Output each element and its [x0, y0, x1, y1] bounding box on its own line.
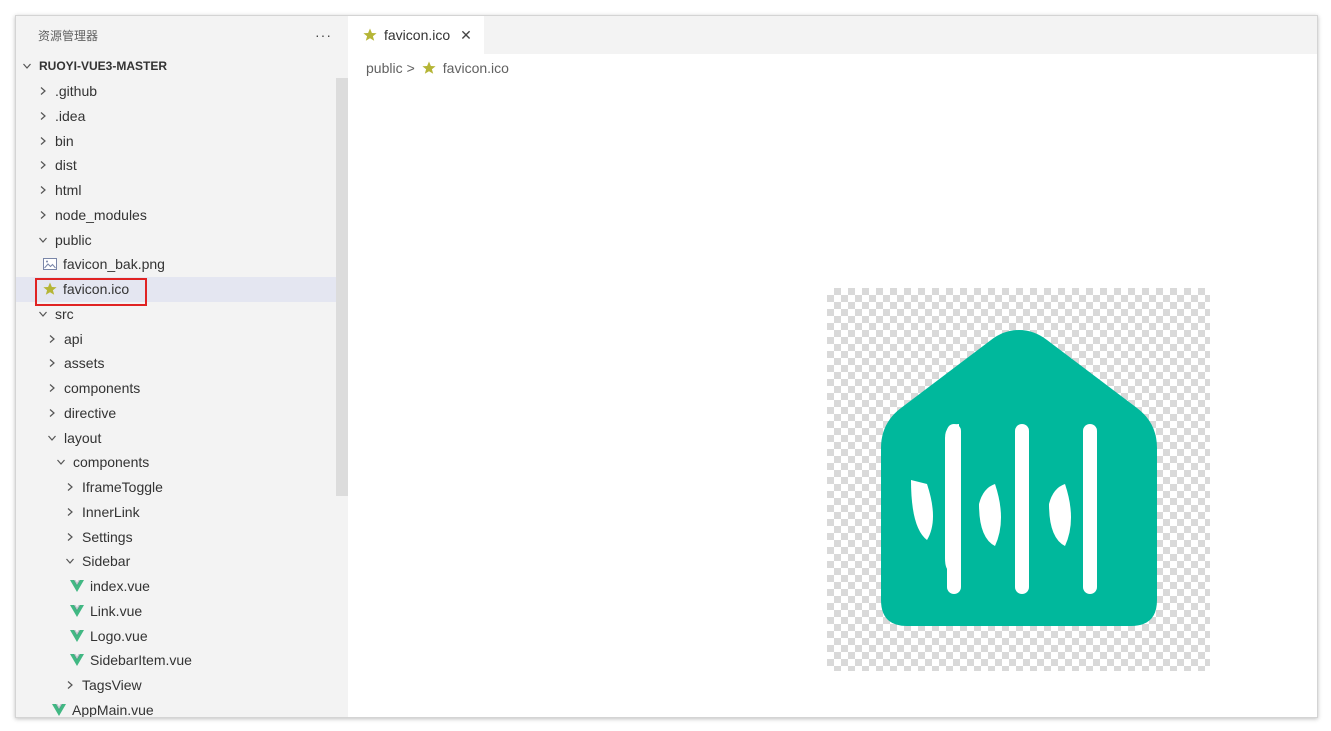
chevron-down-icon	[37, 235, 49, 245]
tree-item-label: Sidebar	[82, 553, 131, 570]
tree-folder-dist[interactable]: dist	[16, 153, 348, 178]
explorer-sidebar: 资源管理器 ··· RUOYI-VUE3-MASTER .github .idea b…	[16, 16, 348, 717]
tree-folder-ruoyi-vue3-master[interactable]: RUOYI-VUE3-MASTER	[16, 54, 348, 79]
vscode-window: 资源管理器 ··· RUOYI-VUE3-MASTER .github .idea b…	[15, 15, 1318, 718]
tree-file-appmain-vue[interactable]: AppMain.vue	[16, 698, 348, 717]
tree-folder-html[interactable]: html	[16, 178, 348, 203]
close-icon[interactable]: ✕	[460, 27, 472, 44]
tree-item-label: api	[64, 330, 83, 347]
vue-icon	[69, 652, 85, 668]
tree-folder-tagsview[interactable]: TagsView	[16, 673, 348, 698]
tab-bar: favicon.ico ✕	[348, 16, 1317, 54]
chevron-right-icon	[37, 111, 49, 121]
chevron-down-icon	[55, 457, 67, 467]
tree-folder-innerlink[interactable]: InnerLink	[16, 500, 348, 525]
tree-folder-node-modules[interactable]: node_modules	[16, 203, 348, 228]
chevron-right-icon	[64, 482, 76, 492]
chevron-right-icon	[64, 680, 76, 690]
star-icon	[421, 60, 437, 76]
chevron-down-icon	[21, 61, 33, 71]
vue-icon	[69, 578, 85, 594]
explorer-scrollbar[interactable]	[336, 78, 348, 496]
tree-folder-iframetoggle[interactable]: IframeToggle	[16, 475, 348, 500]
tree-item-label: directive	[64, 404, 117, 421]
tree-folder-assets[interactable]: assets	[16, 351, 348, 376]
ruoyi-logo-image	[881, 330, 1157, 626]
tree-file-favicon-ico[interactable]: favicon.ico	[16, 276, 348, 306]
chevron-down-icon	[64, 556, 76, 566]
tree-item-label: InnerLink	[82, 503, 140, 520]
tree-folder-github[interactable]: .github	[16, 79, 348, 104]
explorer-title: 资源管理器	[38, 28, 99, 43]
tree-file-sidebaritem-vue[interactable]: SidebarItem.vue	[16, 648, 348, 673]
tree-item-label: .github	[55, 83, 98, 100]
chevron-down-icon	[46, 433, 58, 443]
tree-item-label: index.vue	[90, 578, 150, 595]
tree-folder-components[interactable]: components	[16, 450, 348, 475]
star-icon	[362, 27, 378, 43]
tree-folder-api[interactable]: api	[16, 326, 348, 351]
tree-item-label: AppMain.vue	[72, 701, 154, 717]
tree-item-label: .idea	[55, 107, 86, 124]
chevron-right-icon	[64, 507, 76, 517]
tree-folder-bin[interactable]: bin	[16, 128, 348, 153]
tree-item-label: IframeToggle	[82, 479, 163, 496]
tree-file-link-vue[interactable]: Link.vue	[16, 599, 348, 624]
file-tree: RUOYI-VUE3-MASTER .github .idea bin dist html…	[16, 54, 348, 717]
breadcrumb: public > favicon.ico	[348, 54, 1317, 82]
tree-item-label: html	[55, 182, 82, 199]
tree-item-label: bin	[55, 132, 74, 149]
vue-icon	[69, 603, 85, 619]
tree-item-label: Logo.vue	[90, 627, 148, 644]
chevron-right-icon	[64, 532, 76, 542]
tree-item-label: src	[55, 305, 74, 322]
tree-item-label: Link.vue	[90, 602, 143, 619]
tree-folder-directive[interactable]: directive	[16, 401, 348, 426]
tree-item-label: assets	[64, 355, 105, 372]
explorer-header: 资源管理器 ···	[16, 16, 348, 54]
tree-folder-layout[interactable]: layout	[16, 425, 348, 450]
tree-file-logo-vue[interactable]: Logo.vue	[16, 623, 348, 648]
tree-folder-src[interactable]: src	[16, 302, 348, 327]
tab-label: favicon.ico	[384, 27, 451, 43]
tab-favicon-ico[interactable]: favicon.ico ✕	[348, 16, 484, 54]
tree-folder-components[interactable]: components	[16, 376, 348, 401]
tree-item-label: components	[73, 454, 150, 471]
vue-icon	[51, 702, 67, 717]
tree-item-label: Settings	[82, 528, 133, 545]
tree-item-label: components	[64, 380, 141, 397]
tree-item-label: TagsView	[82, 677, 142, 694]
chevron-right-icon	[46, 334, 58, 344]
breadcrumb-separator: >	[406, 60, 415, 76]
tree-file-index-vue[interactable]: index.vue	[16, 574, 348, 599]
chevron-right-icon	[46, 358, 58, 368]
tree-item-label: public	[55, 231, 92, 248]
breadcrumb-folder[interactable]: public	[366, 60, 403, 76]
image-preview	[827, 288, 1210, 671]
chevron-right-icon	[46, 408, 58, 418]
tree-file-favicon-bak-png[interactable]: favicon_bak.png	[16, 252, 348, 277]
tree-item-label: favicon_bak.png	[63, 256, 165, 273]
tree-folder-idea[interactable]: .idea	[16, 104, 348, 129]
chevron-right-icon	[37, 86, 49, 96]
vue-icon	[69, 628, 85, 644]
breadcrumb-file[interactable]: favicon.ico	[443, 60, 509, 76]
chevron-down-icon	[37, 309, 49, 319]
chevron-right-icon	[37, 136, 49, 146]
tree-folder-settings[interactable]: Settings	[16, 524, 348, 549]
tree-folder-public[interactable]: public	[16, 227, 348, 252]
tree-item-label: SidebarItem.vue	[90, 652, 192, 669]
image-file-icon	[42, 256, 58, 272]
chevron-right-icon	[37, 185, 49, 195]
tree-item-label: node_modules	[55, 206, 147, 223]
tree-item-label: layout	[64, 429, 102, 446]
chevron-right-icon	[37, 210, 49, 220]
tree-item-label: dist	[55, 157, 77, 174]
editor-area: favicon.ico ✕ public > favicon.ico	[348, 16, 1317, 717]
chevron-right-icon	[37, 160, 49, 170]
tree-item-label: RUOYI-VUE3-MASTER	[39, 59, 168, 74]
more-actions-button[interactable]: ···	[315, 27, 332, 43]
tree-folder-sidebar[interactable]: Sidebar	[16, 549, 348, 574]
chevron-right-icon	[46, 383, 58, 393]
